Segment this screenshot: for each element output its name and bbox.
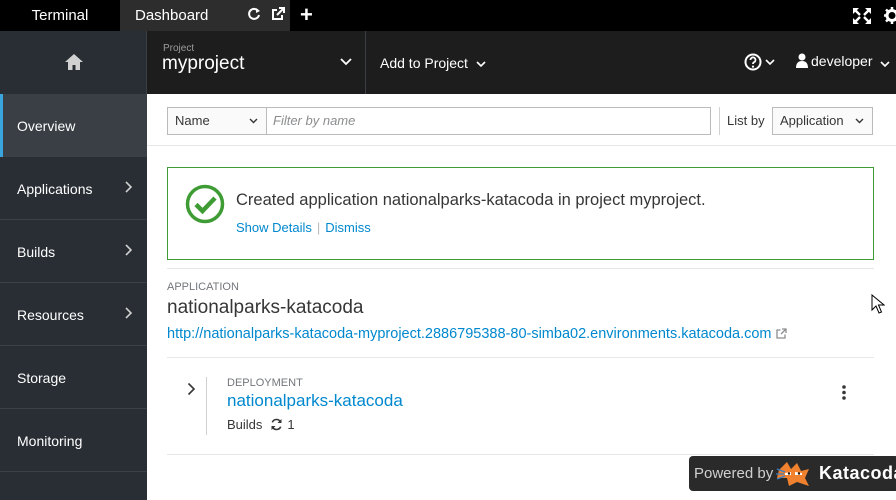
active-indicator bbox=[0, 94, 3, 157]
chevron-right-icon[interactable] bbox=[187, 382, 196, 396]
home-button[interactable] bbox=[0, 31, 147, 94]
dismiss-link[interactable]: Dismiss bbox=[325, 220, 371, 235]
user-name: developer bbox=[811, 53, 873, 69]
alert-separator: | bbox=[316, 220, 321, 235]
alert-actions: Show Details | Dismiss bbox=[236, 220, 371, 235]
project-name: myproject bbox=[162, 53, 245, 74]
help-menu[interactable] bbox=[744, 53, 778, 76]
sidebar-item-resources[interactable]: Resources bbox=[0, 283, 147, 346]
refresh-icon[interactable] bbox=[247, 7, 261, 26]
new-tab-plus-icon[interactable]: + bbox=[300, 4, 313, 26]
masthead: Project myproject Add to Project develop… bbox=[0, 31, 896, 94]
chevron-right-icon bbox=[125, 181, 133, 193]
divider bbox=[167, 454, 874, 455]
tab-terminal[interactable]: Terminal bbox=[0, 0, 120, 31]
external-link-icon bbox=[775, 328, 787, 339]
chevron-down-icon bbox=[340, 58, 352, 66]
sidebar-item-builds[interactable]: Builds bbox=[0, 220, 147, 283]
sidebar-item-label: Builds bbox=[17, 244, 56, 260]
sidebar-item-label: Resources bbox=[17, 307, 84, 323]
add-to-project-label: Add to Project bbox=[380, 55, 468, 71]
divider bbox=[167, 357, 874, 358]
divider bbox=[167, 268, 874, 269]
filter-input[interactable]: Filter by name bbox=[266, 107, 711, 135]
sync-icon bbox=[271, 418, 282, 431]
question-circle-icon bbox=[744, 53, 775, 71]
powered-by-badge[interactable]: Powered by Katacoda bbox=[689, 456, 896, 491]
sidebar-item-overview[interactable]: Overview bbox=[0, 94, 147, 157]
deployment-divider bbox=[206, 377, 207, 435]
sidebar-item-storage[interactable]: Storage bbox=[0, 346, 147, 409]
deployment-name-link[interactable]: nationalparks-katacoda bbox=[227, 391, 403, 411]
check-circle-icon bbox=[185, 184, 225, 224]
user-menu[interactable]: developer bbox=[796, 53, 893, 69]
sidebar-item-label: Monitoring bbox=[17, 433, 83, 449]
list-by-value: Application bbox=[780, 113, 844, 128]
chevron-down-icon bbox=[476, 61, 486, 68]
tab-dashboard-label: Dashboard bbox=[135, 7, 209, 24]
chevron-right-icon bbox=[125, 307, 133, 319]
deployment-label: DEPLOYMENT bbox=[227, 377, 303, 389]
route-url: http://nationalparks-katacoda-myproject.… bbox=[167, 326, 772, 342]
brand-name: Katacoda bbox=[819, 463, 896, 483]
filter-toolbar: Name Filter by name List by Application bbox=[147, 94, 896, 146]
tab-bar: Terminal Dashboard + bbox=[0, 0, 896, 31]
success-alert: Created application nationalparks-kataco… bbox=[167, 167, 874, 260]
sidebar-item-monitoring[interactable]: Monitoring bbox=[0, 409, 147, 472]
application-route-link[interactable]: http://nationalparks-katacoda-myproject.… bbox=[167, 326, 787, 342]
external-link-icon[interactable] bbox=[271, 7, 285, 26]
chevron-down-icon bbox=[880, 61, 890, 68]
project-switcher[interactable]: Project myproject bbox=[147, 31, 366, 94]
show-details-link[interactable]: Show Details bbox=[236, 220, 312, 235]
fullscreen-icon[interactable] bbox=[853, 8, 871, 29]
application-label: APPLICATION bbox=[167, 281, 239, 293]
home-icon bbox=[65, 54, 83, 70]
sidebar-item-label: Storage bbox=[17, 370, 67, 386]
sidebar-item-label: Overview bbox=[17, 118, 76, 134]
kebab-menu-icon[interactable] bbox=[842, 385, 846, 400]
chevron-down-icon bbox=[855, 118, 864, 124]
list-by-select[interactable]: Application bbox=[772, 107, 873, 135]
sidebar: Overview Applications Builds Resources S… bbox=[0, 94, 147, 500]
builds-label: Builds bbox=[227, 417, 263, 432]
application-name: nationalparks-katacoda bbox=[167, 297, 364, 318]
builds-status: Builds 1 bbox=[227, 417, 295, 432]
katacoda-logo-icon bbox=[776, 462, 809, 486]
chevron-right-icon bbox=[125, 244, 133, 256]
tab-dashboard[interactable]: Dashboard bbox=[120, 0, 290, 31]
chevron-down-icon bbox=[249, 118, 258, 124]
gear-icon[interactable] bbox=[884, 7, 896, 29]
sidebar-item-applications[interactable]: Applications bbox=[0, 157, 147, 220]
filter-field-select[interactable]: Name bbox=[167, 107, 267, 135]
toolbar-divider bbox=[719, 107, 720, 135]
screen: Terminal Dashboard + Project myproject A… bbox=[0, 0, 896, 500]
sidebar-item-label: Applications bbox=[17, 181, 93, 197]
user-icon bbox=[796, 53, 808, 68]
add-to-project-menu[interactable]: Add to Project bbox=[380, 55, 486, 71]
filter-field-value: Name bbox=[175, 113, 210, 128]
powered-by-text: Powered by bbox=[694, 465, 774, 482]
mouse-cursor-icon bbox=[871, 294, 885, 314]
builds-count: 1 bbox=[287, 417, 295, 432]
main-content: Name Filter by name List by Application … bbox=[147, 94, 896, 500]
alert-message: Created application nationalparks-kataco… bbox=[236, 191, 706, 209]
list-by-label: List by bbox=[727, 113, 765, 128]
